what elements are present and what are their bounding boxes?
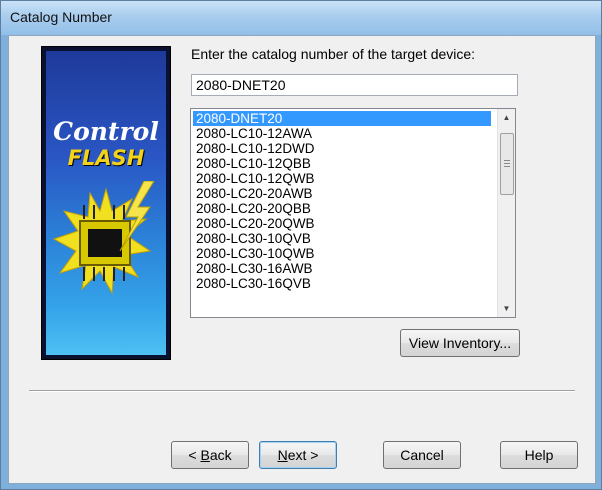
- chip-lightning-icon: [52, 181, 155, 295]
- title-bar[interactable]: Catalog Number: [1, 1, 601, 35]
- catalog-list-item[interactable]: 2080-LC30-16AWB: [193, 261, 491, 276]
- next-button[interactable]: Next >: [259, 441, 337, 469]
- scroll-thumb[interactable]: [500, 133, 514, 195]
- back-accel: B: [200, 447, 210, 463]
- catalog-list-item[interactable]: 2080-DNET20: [193, 111, 491, 126]
- catalog-list-items: 2080-DNET20 2080-LC10-12AWA 2080-LC10-12DW…: [193, 111, 491, 291]
- catalog-list-item[interactable]: 2080-LC20-20AWB: [193, 186, 491, 201]
- catalog-number-list[interactable]: 2080-DNET20 2080-LC10-12AWA 2080-LC10-12DW…: [190, 108, 516, 318]
- thumb-grip-line: [504, 163, 510, 164]
- thumb-grip-line: [504, 166, 510, 167]
- back-prefix: <: [188, 447, 201, 463]
- next-accel: N: [277, 447, 288, 463]
- back-button[interactable]: < Back: [171, 441, 249, 469]
- scroll-up-arrow-icon[interactable]: ▲: [498, 109, 515, 126]
- catalog-list-item[interactable]: 2080-LC30-16QVB: [193, 276, 491, 291]
- catalog-number-input[interactable]: [191, 74, 518, 96]
- catalog-list-item[interactable]: 2080-LC20-20QBB: [193, 201, 491, 216]
- view-inventory-button[interactable]: View Inventory...: [400, 329, 520, 357]
- catalog-list-item[interactable]: 2080-LC10-12QWB: [193, 171, 491, 186]
- logo-flash-text: FLASH: [67, 146, 145, 170]
- catalog-list-item[interactable]: 2080-LC30-10QVB: [193, 231, 491, 246]
- scroll-down-arrow-icon[interactable]: ▼: [498, 300, 515, 317]
- catalog-list-item[interactable]: 2080-LC10-12DWD: [193, 141, 491, 156]
- catalog-list-item[interactable]: 2080-LC10-12QBB: [193, 156, 491, 171]
- next-rest: ext >: [287, 447, 319, 463]
- thumb-grip-line: [504, 160, 510, 161]
- cancel-button[interactable]: Cancel: [383, 441, 461, 469]
- catalog-number-window: Catalog Number Control FLASH Enter the c…: [0, 0, 602, 490]
- controlflash-banner: Control FLASH: [41, 46, 171, 360]
- window-title: Catalog Number: [10, 9, 112, 25]
- logo-control-text: Control: [53, 117, 159, 146]
- catalog-list-item[interactable]: 2080-LC10-12AWA: [193, 126, 491, 141]
- catalog-prompt-label: Enter the catalog number of the target d…: [191, 46, 476, 62]
- back-rest: ack: [209, 447, 232, 463]
- catalog-list-item[interactable]: 2080-LC30-10QWB: [193, 246, 491, 261]
- list-vertical-scrollbar[interactable]: ▲ ▼: [497, 109, 515, 317]
- catalog-list-item[interactable]: 2080-LC20-20QWB: [193, 216, 491, 231]
- dialog-separator: [29, 390, 575, 392]
- help-button[interactable]: Help: [500, 441, 578, 469]
- banner-background: Control FLASH: [46, 51, 166, 355]
